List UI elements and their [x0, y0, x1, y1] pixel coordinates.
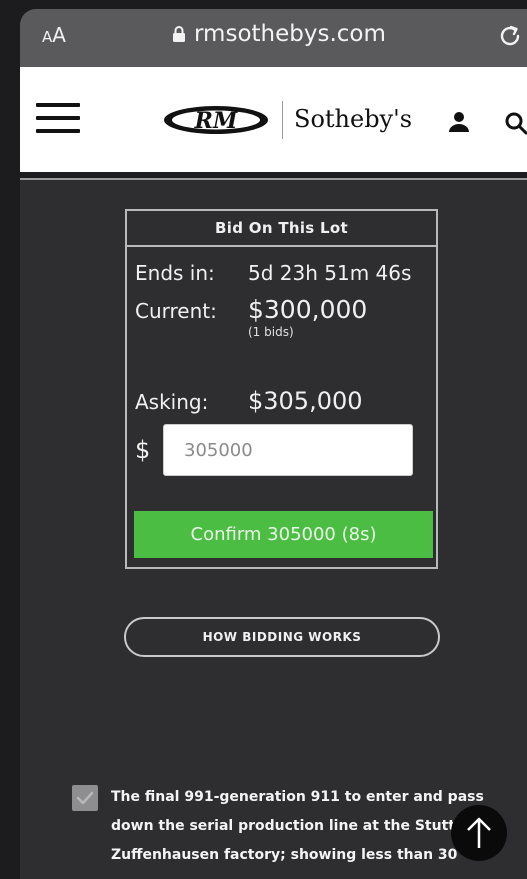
current-bid: $300,000 — [248, 295, 368, 324]
scroll-to-top-button[interactable] — [451, 805, 507, 861]
screen-bezel — [0, 0, 20, 879]
lock-icon — [173, 25, 185, 42]
user-icon[interactable] — [448, 111, 470, 133]
site-header: RM Sotheby's — [20, 67, 527, 172]
bid-count: (1 bids) — [248, 325, 294, 339]
logo-divider — [282, 101, 283, 139]
arrow-up-icon — [467, 817, 491, 848]
how-bidding-works-button[interactable]: HOW BIDDING WORKS — [124, 617, 440, 657]
lot-content: Bid On This Lot Ends in: 5d 23h 51m 46s … — [20, 180, 527, 879]
url-field[interactable]: rmsothebys.com — [172, 21, 386, 47]
current-label: Current: — [135, 299, 217, 323]
menu-icon[interactable] — [36, 103, 80, 135]
text-size-button[interactable]: AA — [42, 23, 66, 47]
bid-amount-input[interactable] — [163, 424, 413, 476]
aa-big: A — [52, 23, 66, 47]
reload-icon[interactable] — [497, 23, 523, 49]
description-line: down the serial production line at the S… — [111, 818, 455, 834]
search-icon[interactable] — [504, 111, 527, 135]
asking-price: $305,000 — [248, 387, 363, 415]
svg-text:RM: RM — [194, 108, 238, 134]
description-line: The final 991-generation 911 to enter an… — [111, 789, 484, 805]
asking-label: Asking: — [135, 390, 209, 414]
ends-countdown: 5d 23h 51m 46s — [248, 261, 412, 285]
ends-label: Ends in: — [135, 261, 215, 285]
description-checkbox[interactable] — [72, 785, 98, 811]
url-text: rmsothebys.com — [194, 21, 386, 47]
checkmark-icon — [76, 791, 94, 805]
lot-description: The final 991-generation 911 to enter an… — [111, 783, 491, 870]
confirm-bid-button[interactable]: Confirm 305000 (8s) — [134, 511, 433, 558]
safari-address-bar[interactable]: AA rmsothebys.com — [20, 9, 527, 67]
bid-panel-title: Bid On This Lot — [127, 211, 436, 247]
phone-screen: AA rmsothebys.com RM Sotheby's Bid On Th… — [0, 0, 527, 879]
sothebys-logo[interactable]: Sotheby's — [294, 105, 412, 133]
currency-symbol: $ — [135, 436, 151, 464]
rm-logo[interactable]: RM — [162, 103, 270, 137]
description-line: Zuffenhausen factory; showing less than … — [111, 847, 458, 863]
aa-small: A — [42, 28, 53, 46]
bid-panel: Bid On This Lot Ends in: 5d 23h 51m 46s … — [125, 209, 438, 569]
